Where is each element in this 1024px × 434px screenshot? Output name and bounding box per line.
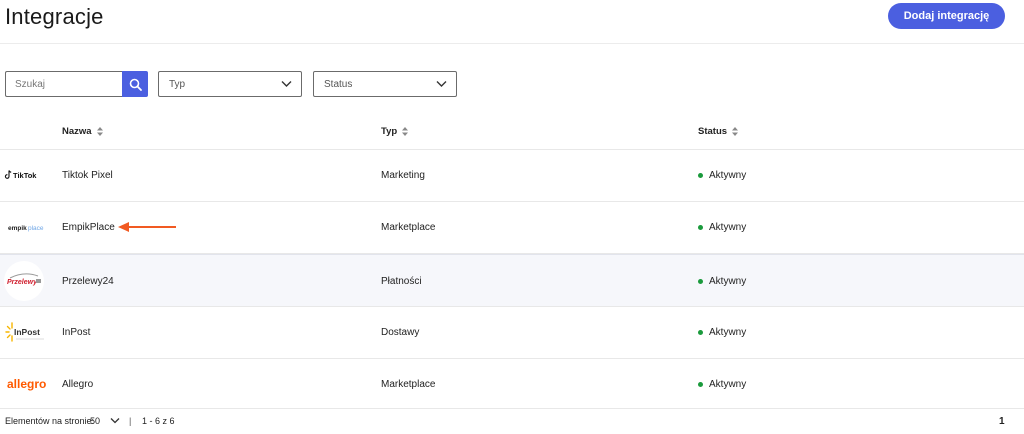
svg-text:TikTok: TikTok xyxy=(13,171,37,180)
per-page-select[interactable]: 50 xyxy=(90,416,100,426)
search-button[interactable] xyxy=(122,71,148,97)
annotation-arrow-icon xyxy=(118,222,176,232)
table-row[interactable]: allegro Allegro Marketplace Aktywny xyxy=(0,359,1024,409)
status-badge: Aktywny xyxy=(698,222,746,233)
sort-icon xyxy=(96,127,103,136)
table-row[interactable]: TikTok Tiktok Pixel Marketing Aktywny xyxy=(0,150,1024,202)
current-page[interactable]: 1 xyxy=(999,416,1005,427)
tiktok-logo: TikTok xyxy=(4,168,50,182)
integration-name[interactable]: EmpikPlace xyxy=(62,222,115,233)
status-badge: Aktywny xyxy=(698,327,746,338)
status-badge: Aktywny xyxy=(698,379,746,390)
table-row[interactable]: InPost InPost Dostawy Aktywny xyxy=(0,307,1024,359)
integration-type: Marketplace xyxy=(381,222,436,233)
inpost-logo: InPost xyxy=(4,319,50,345)
type-select[interactable]: Typ xyxy=(158,71,302,97)
pagination-bar: Elementów na stronie: 50 | 1 - 6 z 6 1 xyxy=(0,412,1024,432)
sort-icon xyxy=(402,127,409,136)
integration-name[interactable]: InPost xyxy=(62,327,90,338)
page-header: Integracje Dodaj integrację xyxy=(0,0,1024,44)
integration-type: Marketing xyxy=(381,170,425,181)
divider: | xyxy=(129,416,132,426)
filter-bar: Typ Status xyxy=(0,70,1024,98)
table-header: Nazwa Typ Status xyxy=(0,118,1024,150)
svg-text:empik: empik xyxy=(8,225,27,232)
search-input[interactable] xyxy=(5,71,123,97)
pagination-range: 1 - 6 z 6 xyxy=(142,416,175,426)
page-title: Integracje xyxy=(5,4,104,29)
status-dot xyxy=(698,382,703,387)
type-select-placeholder: Typ xyxy=(169,78,186,90)
chevron-down-icon xyxy=(436,81,447,87)
sort-icon xyxy=(732,127,739,136)
status-dot xyxy=(698,225,703,230)
svg-text:InPost: InPost xyxy=(14,327,40,337)
per-page-label: Elementów na stronie: xyxy=(5,416,95,426)
integration-type: Dostawy xyxy=(381,327,420,338)
svg-text:place: place xyxy=(28,225,44,232)
search-icon xyxy=(129,78,142,91)
column-header-name[interactable]: Nazwa xyxy=(62,126,103,137)
column-header-status[interactable]: Status xyxy=(698,126,739,137)
integration-name[interactable]: Allegro xyxy=(62,379,93,390)
integration-name[interactable]: Przelewy24 xyxy=(62,276,114,287)
przelewy24-logo: Przelewy xyxy=(4,261,44,301)
integration-type: Marketplace xyxy=(381,379,436,390)
status-dot xyxy=(698,279,703,284)
status-select-placeholder: Status xyxy=(324,78,353,90)
column-header-type[interactable]: Typ xyxy=(381,126,409,137)
svg-text:Przelewy: Przelewy xyxy=(7,279,38,286)
status-badge: Aktywny xyxy=(698,170,746,181)
status-dot xyxy=(698,330,703,335)
status-select[interactable]: Status xyxy=(313,71,457,97)
integration-type: Płatności xyxy=(381,276,422,287)
empikplace-logo: empik place xyxy=(4,220,50,234)
integration-name[interactable]: Tiktok Pixel xyxy=(62,170,113,181)
chevron-down-icon xyxy=(281,81,292,87)
table-row[interactable]: Przelewy Przelewy24 Płatności Aktywny xyxy=(0,254,1024,307)
allegro-logo: allegro xyxy=(4,375,50,393)
status-badge: Aktywny xyxy=(698,276,746,287)
svg-text:allegro: allegro xyxy=(7,377,46,391)
chevron-down-icon[interactable] xyxy=(110,417,120,424)
add-integration-button[interactable]: Dodaj integrację xyxy=(888,3,1005,29)
status-dot xyxy=(698,173,703,178)
